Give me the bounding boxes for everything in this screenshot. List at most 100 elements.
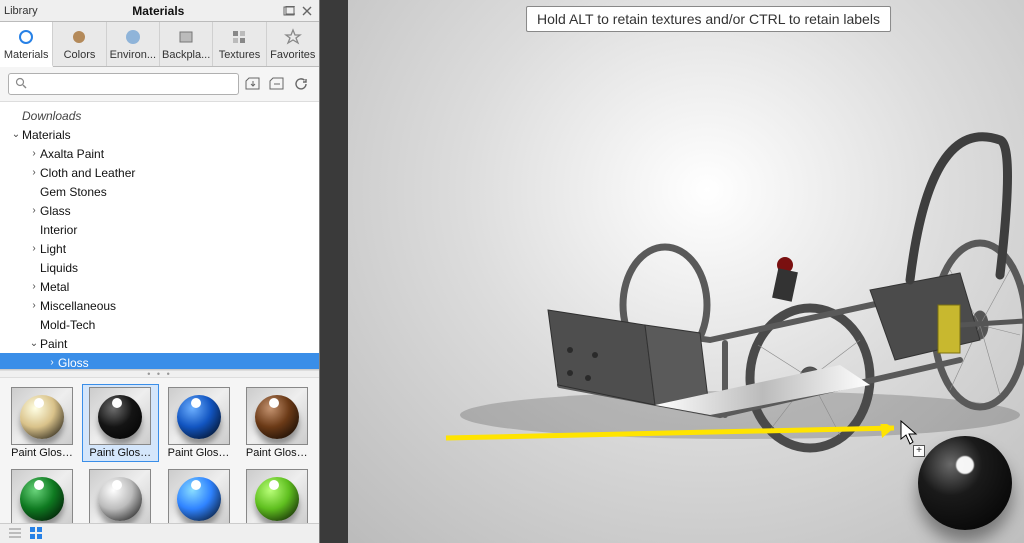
tab-colors[interactable]: Colors (53, 22, 106, 66)
expand-arrow-icon[interactable]: › (28, 300, 40, 311)
tab-icon (230, 28, 248, 46)
tab-icon (177, 28, 195, 46)
tab-backpla[interactable]: Backpla... (160, 22, 213, 66)
expand-arrow-icon[interactable]: › (28, 148, 40, 159)
tab-environ[interactable]: Environ... (107, 22, 160, 66)
expand-arrow-icon[interactable]: › (28, 224, 40, 235)
material-swatch (89, 387, 151, 445)
tree-label: Materials (22, 128, 71, 142)
tree-item[interactable]: ›Axalta Paint (0, 144, 319, 163)
bottom-toolbar (0, 523, 319, 543)
thumbnail-label: Paint Gloss ... (89, 447, 151, 459)
tab-materials[interactable]: Materials (0, 22, 53, 67)
thumbnail-label: Paint Gloss ... (246, 447, 308, 459)
tree-item[interactable]: ›Cloth and Leather (0, 163, 319, 182)
tree-label: Gem Stones (40, 185, 107, 199)
expand-arrow-icon[interactable]: › (28, 186, 40, 197)
tree-item[interactable]: ⌄Materials (0, 125, 319, 144)
remove-folder-icon[interactable] (267, 74, 287, 94)
tree-item[interactable]: ›Gloss (0, 353, 319, 370)
kart-model[interactable] (440, 85, 1024, 440)
tree-item[interactable]: ›Liquids (0, 258, 319, 277)
splitter-grip[interactable]: • • • (0, 370, 319, 378)
viewport-hint: Hold ALT to retain textures and/or CTRL … (526, 6, 891, 32)
tree-item[interactable]: ›Light (0, 239, 319, 258)
tree-item[interactable]: ›Glass (0, 201, 319, 220)
tab-textures[interactable]: Textures (213, 22, 266, 66)
material-swatch (246, 387, 308, 445)
material-thumbnail[interactable] (161, 466, 237, 523)
import-icon[interactable] (243, 74, 263, 94)
material-thumbnail[interactable] (239, 466, 315, 523)
expand-arrow-icon[interactable]: › (28, 205, 40, 216)
expand-arrow-icon[interactable]: ⌄ (28, 338, 40, 349)
tab-icon (124, 28, 142, 46)
tab-label: Environ... (110, 49, 156, 61)
refresh-icon[interactable] (291, 74, 311, 94)
library-label: Library (4, 5, 38, 17)
tree-label: Interior (40, 223, 77, 237)
tree-item[interactable]: ›Downloads (0, 106, 319, 125)
tree-item[interactable]: ⌄Paint (0, 334, 319, 353)
tree-label: Liquids (40, 261, 78, 275)
material-thumbnail[interactable] (82, 466, 158, 523)
tree-label: Metal (40, 280, 69, 294)
tree-label: Light (40, 242, 66, 256)
list-view-icon[interactable] (8, 527, 22, 541)
search-box[interactable] (8, 73, 239, 95)
expand-arrow-icon[interactable]: › (28, 319, 40, 330)
material-swatch (246, 469, 308, 523)
tab-favorites[interactable]: Favorites (267, 22, 319, 66)
viewport-gutter (320, 0, 348, 543)
thumbnail-label: Paint Gloss ... (11, 447, 73, 459)
material-swatch (168, 387, 230, 445)
tab-label: Textures (219, 49, 261, 61)
expand-arrow-icon[interactable]: › (28, 262, 40, 273)
viewport[interactable]: Hold ALT to retain textures and/or CTRL … (320, 0, 1024, 543)
expand-arrow-icon[interactable]: › (28, 243, 40, 254)
tab-label: Materials (4, 49, 49, 61)
material-thumbnail[interactable] (4, 466, 80, 523)
tree-item[interactable]: ›Mold-Tech (0, 315, 319, 334)
expand-arrow-icon[interactable]: › (28, 281, 40, 292)
expand-arrow-icon[interactable]: ⌄ (10, 129, 22, 140)
tree-label: Glass (40, 204, 71, 218)
tree-label: Cloth and Leather (40, 166, 135, 180)
material-tree[interactable]: ›Downloads⌄Materials›Axalta Paint›Cloth … (0, 102, 319, 370)
drag-preview-sphere (918, 436, 1012, 530)
tree-item[interactable]: ›Miscellaneous (0, 296, 319, 315)
material-swatch (168, 469, 230, 523)
close-icon[interactable] (299, 4, 315, 18)
expand-arrow-icon[interactable]: › (10, 110, 22, 121)
material-thumbnail[interactable]: Paint Gloss ... (161, 384, 237, 462)
search-icon (15, 77, 27, 92)
tab-label: Backpla... (162, 49, 210, 61)
tree-label: Paint (40, 337, 67, 351)
tab-label: Colors (64, 49, 96, 61)
material-thumbnail[interactable]: Paint Gloss ... (82, 384, 158, 462)
library-panel: Library Materials Materials Colors Environ… (0, 0, 320, 543)
tree-item[interactable]: ›Metal (0, 277, 319, 296)
undock-icon[interactable] (281, 4, 297, 18)
panel-title: Materials (38, 4, 279, 18)
tree-label: Miscellaneous (40, 299, 116, 313)
expand-arrow-icon[interactable]: › (46, 357, 58, 368)
tree-label: Axalta Paint (40, 147, 104, 161)
thumbnail-label: Paint Gloss ... (168, 447, 230, 459)
tree-item[interactable]: ›Interior (0, 220, 319, 239)
material-swatch (11, 469, 73, 523)
thumbnail-area[interactable]: Paint Gloss ... Paint Gloss ... Paint Glos… (0, 378, 319, 523)
expand-arrow-icon[interactable]: › (28, 167, 40, 178)
library-tabs: Materials Colors Environ... Backpla... Textu… (0, 22, 319, 67)
tree-label: Gloss (58, 356, 89, 370)
tree-label: Mold-Tech (40, 318, 95, 332)
search-input[interactable] (9, 75, 238, 93)
tab-icon (70, 28, 88, 46)
grid-view-icon[interactable] (30, 527, 44, 541)
tab-label: Favorites (270, 49, 315, 61)
material-thumbnail[interactable]: Paint Gloss ... (4, 384, 80, 462)
tree-item[interactable]: ›Gem Stones (0, 182, 319, 201)
tab-icon (284, 28, 302, 46)
material-swatch (11, 387, 73, 445)
material-thumbnail[interactable]: Paint Gloss ... (239, 384, 315, 462)
